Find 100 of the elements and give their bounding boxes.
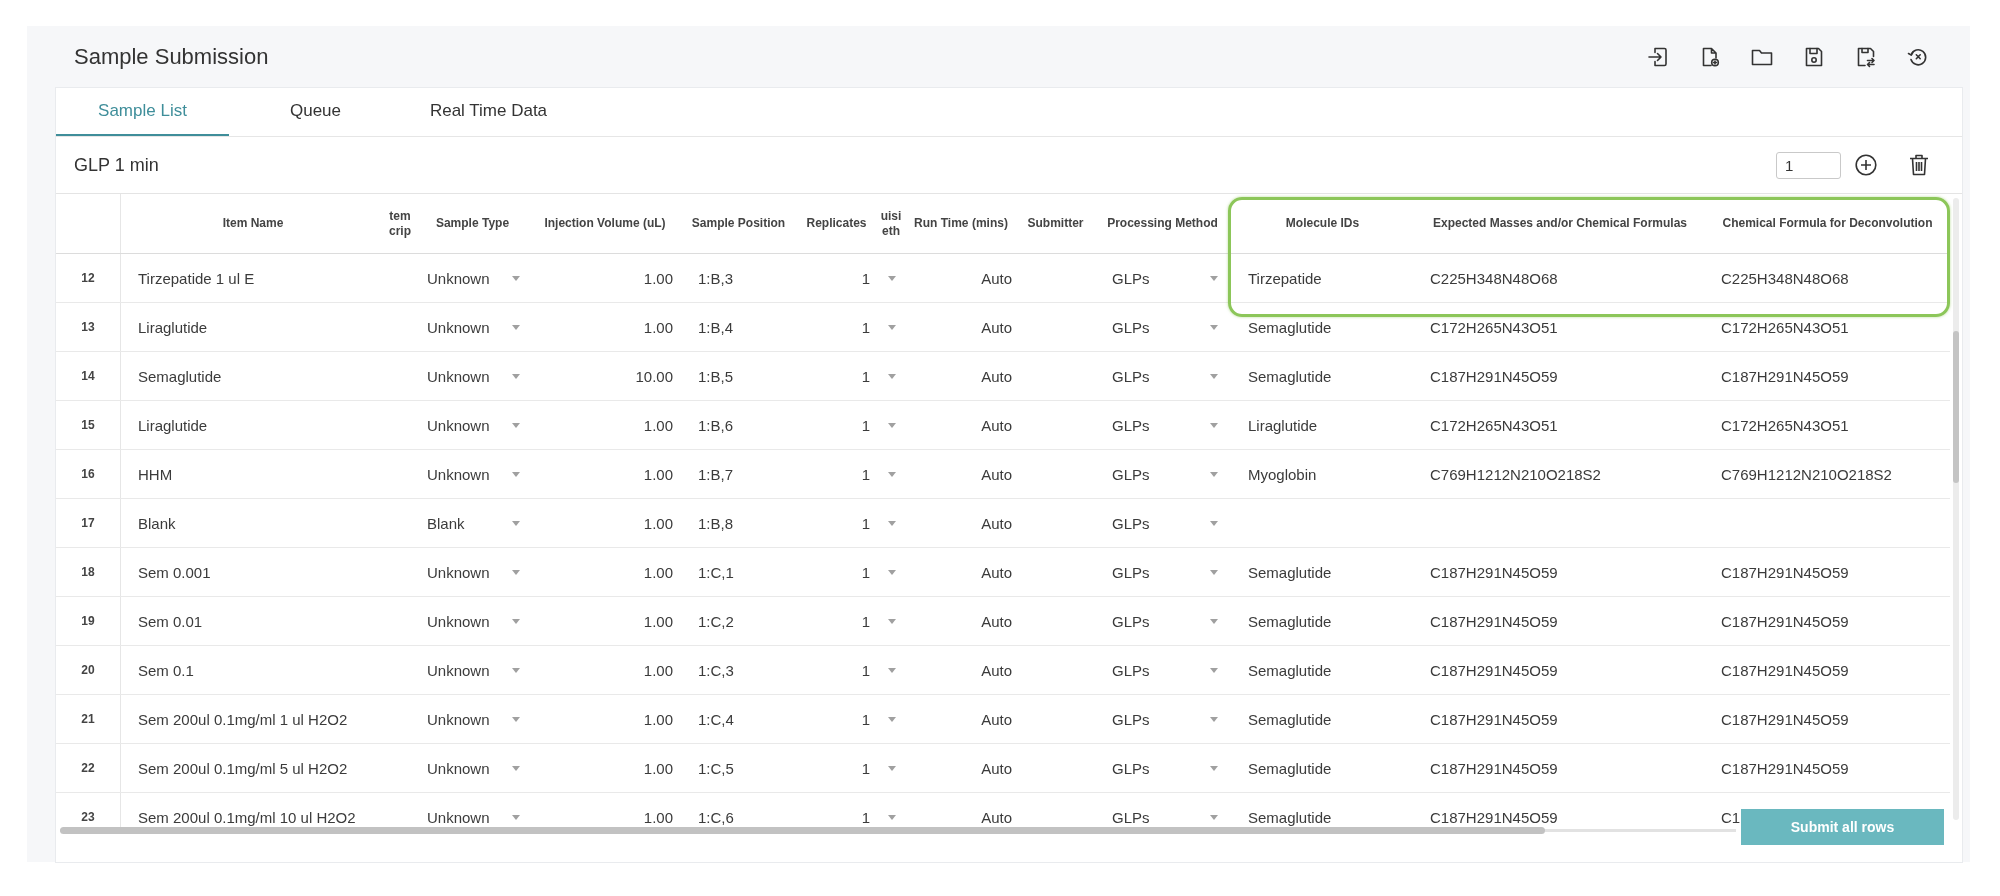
caret-icon <box>512 471 520 477</box>
processing-method-dropdown[interactable]: GLPs <box>1112 514 1218 532</box>
processing-method-dropdown[interactable]: GLPs <box>1112 465 1218 483</box>
sample-type-dropdown[interactable]: Unknown <box>427 367 520 385</box>
item-name: Liraglutide <box>138 416 208 434</box>
expected-formula: C187H291N45O59 <box>1430 661 1558 679</box>
arrow-into-box-icon[interactable] <box>1646 45 1670 69</box>
injection-volume: 10.00 <box>635 367 673 385</box>
sample-type-dropdown[interactable]: Unknown <box>427 416 520 434</box>
processing-method-dropdown[interactable]: GLPs <box>1112 710 1218 728</box>
expected-formula: C187H291N45O59 <box>1430 759 1558 777</box>
injection-volume: 1.00 <box>643 661 673 679</box>
caret-icon[interactable] <box>888 373 896 379</box>
caret-icon[interactable] <box>888 814 896 820</box>
column-header: Replicates <box>806 216 867 231</box>
run-time: Auto <box>981 808 1012 826</box>
row-number: 18 <box>81 565 95 579</box>
tab[interactable]: Real Time Data <box>402 88 575 136</box>
run-time: Auto <box>981 514 1012 532</box>
sample-position: 1:B,3 <box>698 269 734 287</box>
sample-type-dropdown[interactable]: Unknown <box>427 318 520 336</box>
row-number: 21 <box>81 712 95 726</box>
processing-method-dropdown[interactable]: GLPs <box>1112 269 1218 287</box>
caret-icon <box>1210 275 1218 281</box>
caret-icon <box>512 275 520 281</box>
scrollbar-thumb[interactable] <box>1953 331 1959 483</box>
processing-method-dropdown[interactable]: GLPs <box>1112 808 1218 826</box>
caret-icon[interactable] <box>888 520 896 526</box>
item-name: Sem 200ul 0.1mg/ml 5 ul H2O2 <box>138 759 348 777</box>
injection-volume: 1.00 <box>643 759 673 777</box>
expected-formula: C187H291N45O59 <box>1430 612 1558 630</box>
tab[interactable]: Queue <box>229 88 402 136</box>
molecule-id: Liraglutide <box>1248 416 1318 434</box>
expected-formula: C172H265N43O51 <box>1430 318 1558 336</box>
caret-icon[interactable] <box>888 667 896 673</box>
sample-position: 1:C,5 <box>698 759 734 777</box>
caret-icon <box>512 569 520 575</box>
caret-icon[interactable] <box>888 422 896 428</box>
processing-method-dropdown[interactable]: GLPs <box>1112 563 1218 581</box>
processing-method-dropdown[interactable]: GLPs <box>1112 367 1218 385</box>
deconvolution-formula: C187H291N45O59 <box>1721 661 1849 679</box>
run-time: Auto <box>981 563 1012 581</box>
sample-position: 1:B,5 <box>698 367 734 385</box>
sample-type-dropdown[interactable]: Unknown <box>427 563 520 581</box>
number-field[interactable]: 1 <box>1776 151 1841 179</box>
row-number: 16 <box>81 467 95 481</box>
row-number: 12 <box>81 271 95 285</box>
deconvolution-formula: C172H265N43O51 <box>1721 416 1849 434</box>
sample-type-dropdown[interactable]: Blank <box>427 514 520 532</box>
sample-type-dropdown[interactable]: Unknown <box>427 661 520 679</box>
caret-icon <box>1210 667 1218 673</box>
caret-icon <box>1210 716 1218 722</box>
caret-icon[interactable] <box>888 324 896 330</box>
sample-type-dropdown[interactable]: Unknown <box>427 759 520 777</box>
row-number: 13 <box>81 320 95 334</box>
replicate-count: 1 <box>861 710 870 728</box>
sample-type-dropdown[interactable]: Unknown <box>427 269 520 287</box>
sample-type-dropdown[interactable]: Unknown <box>427 710 520 728</box>
caret-icon[interactable] <box>888 716 896 722</box>
plus-circle-icon[interactable] <box>1855 154 1877 176</box>
replicate-count: 1 <box>861 612 870 630</box>
sample-type-dropdown[interactable]: Unknown <box>427 612 520 630</box>
trash-icon[interactable] <box>1909 154 1929 176</box>
sample-type-dropdown[interactable]: Unknown <box>427 465 520 483</box>
caret-icon <box>512 520 520 526</box>
sample-position: 1:B,4 <box>698 318 734 336</box>
processing-method-dropdown[interactable]: GLPs <box>1112 318 1218 336</box>
column-header: tem crip <box>388 208 412 239</box>
processing-method-dropdown[interactable]: GLPs <box>1112 759 1218 777</box>
processing-method-dropdown[interactable]: GLPs <box>1112 661 1218 679</box>
expected-formula: C172H265N43O51 <box>1430 416 1558 434</box>
sample-type-dropdown[interactable]: Unknown <box>427 808 520 826</box>
molecule-id: Semaglutide <box>1248 612 1332 630</box>
caret-icon[interactable] <box>888 765 896 771</box>
caret-icon <box>1210 520 1218 526</box>
run-time: Auto <box>981 318 1012 336</box>
sample-position: 1:C,3 <box>698 661 734 679</box>
item-name: Sem 0.001 <box>138 563 211 581</box>
item-name: Tirzepatide 1 ul E <box>138 269 255 287</box>
item-name: Blank <box>138 514 176 532</box>
sample-position: 1:C,1 <box>698 563 734 581</box>
sample-position: 1:C,6 <box>698 808 734 826</box>
column-header: Sample Position <box>691 216 786 231</box>
run-time: Auto <box>981 367 1012 385</box>
deconvolution-formula: C187H291N45O59 <box>1721 367 1849 385</box>
caret-icon[interactable] <box>888 569 896 575</box>
item-name: Sem 0.01 <box>138 612 203 630</box>
row-number: 22 <box>81 761 95 775</box>
caret-icon[interactable] <box>888 618 896 624</box>
replicate-count: 1 <box>861 514 870 532</box>
column-header: Sample Type <box>435 216 510 231</box>
processing-method-dropdown[interactable]: GLPs <box>1112 416 1218 434</box>
replicate-count: 1 <box>861 563 870 581</box>
caret-icon[interactable] <box>888 471 896 477</box>
processing-method-dropdown[interactable]: GLPs <box>1112 612 1218 630</box>
caret-icon[interactable] <box>888 275 896 281</box>
item-name: HHM <box>138 465 173 483</box>
tab[interactable]: Sample List <box>56 88 229 136</box>
caret-icon <box>1210 569 1218 575</box>
item-name: Liraglutide <box>138 318 208 336</box>
